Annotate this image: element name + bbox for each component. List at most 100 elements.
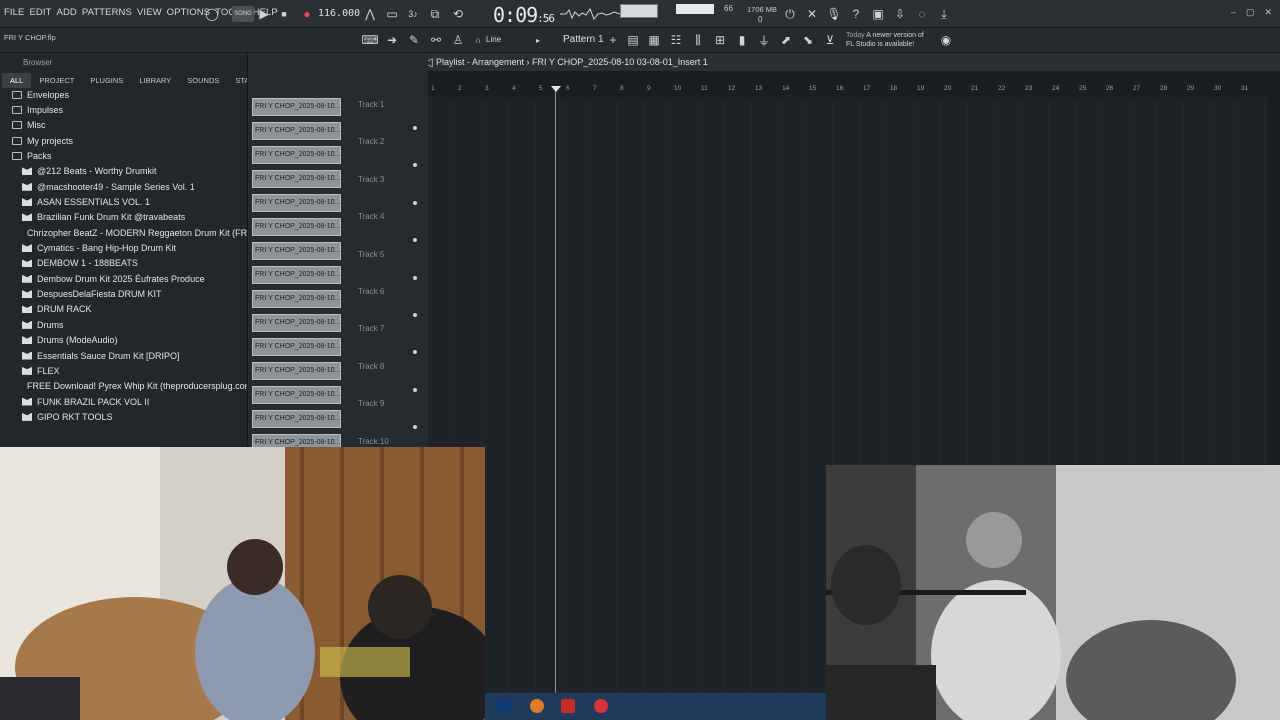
menu-add[interactable]: ADD xyxy=(57,7,77,18)
cpu-icon[interactable]: ⏻ xyxy=(782,6,798,22)
countdown-icon[interactable]: ▭ xyxy=(384,6,400,22)
track-mute-dot[interactable] xyxy=(413,238,417,243)
link-icon[interactable]: ⚯ xyxy=(428,32,444,48)
track-mute-dot[interactable] xyxy=(413,313,417,317)
audio-clip[interactable]: FRI Y CHOP_2025-08-10... xyxy=(252,218,341,236)
track-label[interactable]: Track 1 xyxy=(358,100,384,109)
time-display[interactable]: 0:09:56 xyxy=(493,3,555,27)
browser-pack-item[interactable]: Chrizopher BeatZ - MODERN Reggaeton Drum… xyxy=(0,225,247,240)
metronome-icon[interactable]: ◯ xyxy=(204,6,220,22)
help-icon[interactable]: ? xyxy=(848,6,864,22)
close-icon[interactable]: ✕ xyxy=(1264,7,1272,18)
save-icon[interactable]: ▣ xyxy=(870,6,886,22)
maximize-icon[interactable]: ▢ xyxy=(1246,7,1255,18)
audio-clip[interactable]: FRI Y CHOP_2025-08-10... xyxy=(252,98,341,116)
audio-clip[interactable]: FRI Y CHOP_2025-08-10... xyxy=(252,386,341,404)
render-icon[interactable]: ⇩ xyxy=(892,6,908,22)
audio-clip[interactable]: FRI Y CHOP_2025-08-10... xyxy=(252,314,341,332)
song-mode-toggle[interactable]: SONG xyxy=(232,6,254,22)
microphone-icon[interactable]: 🎙 xyxy=(826,6,842,22)
record-icon[interactable]: ● xyxy=(299,6,315,22)
playlist-icon[interactable]: ▤ xyxy=(625,32,641,48)
audio-clip[interactable]: FRI Y CHOP_2025-08-10... xyxy=(252,242,341,260)
photoshop-icon[interactable] xyxy=(497,699,511,713)
browser-folder[interactable]: Impulses xyxy=(0,102,247,117)
audio-clip[interactable]: FRI Y CHOP_2025-08-10... xyxy=(252,434,341,447)
audio-clip[interactable]: FRI Y CHOP_2025-08-10... xyxy=(252,146,341,164)
browser-tab-starred[interactable]: STARRED xyxy=(227,73,247,88)
play-icon[interactable]: ▶ xyxy=(256,6,272,22)
track-label[interactable]: Track 3 xyxy=(358,175,384,184)
panic-icon[interactable]: ✕ xyxy=(804,6,820,22)
browser-pack-item[interactable]: ASAN ESSENTIALS VOL. 1 xyxy=(0,194,247,209)
audio-clip[interactable]: FRI Y CHOP_2025-08-10... xyxy=(252,170,341,188)
menu-edit[interactable]: EDIT xyxy=(29,7,51,18)
track-label[interactable]: Track 4 xyxy=(358,212,384,221)
track-mute-dot[interactable] xyxy=(413,163,417,168)
browser-pack-item[interactable]: Drums (ModeAudio) xyxy=(0,333,247,348)
browser-pack-item[interactable]: @212 Beats - Worthy Drumkit xyxy=(0,164,247,179)
step-edit-icon[interactable]: 3♪ xyxy=(405,6,421,22)
track-label[interactable]: Track 5 xyxy=(358,250,384,259)
track-label[interactable]: Track 7 xyxy=(358,324,384,333)
chat-icon[interactable]: ◌ xyxy=(914,6,930,22)
browser-pack-item[interactable]: DRUM RACK xyxy=(0,302,247,317)
update-notification[interactable]: Today A newer version of FL Studio is av… xyxy=(846,31,924,49)
audio-clip[interactable]: FRI Y CHOP_2025-08-10... xyxy=(252,410,341,428)
channel-rack-icon[interactable]: ☷ xyxy=(668,32,684,48)
browser-tab-project[interactable]: PROJECT xyxy=(31,73,82,88)
browser-pack-item[interactable]: @macshooter49 - Sample Series Vol. 1 xyxy=(0,179,247,194)
fl-studio-icon[interactable] xyxy=(530,699,544,713)
browser-pack-item[interactable]: Cymatics - Bang Hip-Hop Drum Kit xyxy=(0,240,247,255)
wait-input-icon[interactable]: ⋀ xyxy=(362,6,378,22)
plugin-picker-icon[interactable]: ▮ xyxy=(734,32,750,48)
track-mute-dot[interactable] xyxy=(413,350,417,355)
browser-pack-item[interactable]: FREE Download! Pyrex Whip Kit (theproduc… xyxy=(0,379,247,394)
stamp-icon[interactable]: ♙ xyxy=(450,32,466,48)
pattern-selector[interactable]: Pattern 1 xyxy=(563,34,604,45)
arrow-tool-icon[interactable]: ➜ xyxy=(384,32,400,48)
track-label[interactable]: Track 6 xyxy=(358,287,384,296)
browser-tab-plugins[interactable]: PLUGINS xyxy=(82,73,131,88)
browser-pack-item[interactable]: DespuesDelaFiesta DRUM KIT xyxy=(0,286,247,301)
browser-pack-item[interactable]: Dembow Drum Kit 2025 Éufrates Produce xyxy=(0,271,247,286)
playhead[interactable] xyxy=(555,86,556,693)
download-icon[interactable]: ⤓ xyxy=(936,6,952,22)
mixer-icon[interactable]: ⌨ xyxy=(361,32,378,48)
settings-dial-icon[interactable]: ◉ xyxy=(938,32,954,48)
pencil-icon[interactable]: ✎ xyxy=(406,32,422,48)
magnet-icon[interactable]: ∩ xyxy=(470,32,486,48)
blend-notes-icon[interactable]: ⟲ xyxy=(450,6,466,22)
browser-pack-item[interactable]: FLEX xyxy=(0,363,247,378)
menu-patterns[interactable]: PATTERNS xyxy=(82,7,132,18)
track-label[interactable]: Track 2 xyxy=(358,137,384,146)
plug-icon[interactable]: ⏚ xyxy=(756,32,772,48)
stop-icon[interactable]: ■ xyxy=(276,6,292,22)
track-label[interactable]: Track 8 xyxy=(358,362,384,371)
browser-folder[interactable]: Misc xyxy=(0,118,247,133)
track-label[interactable]: Track 9 xyxy=(358,399,384,408)
playhead-marker[interactable] xyxy=(551,86,561,92)
audio-clip[interactable]: FRI Y CHOP_2025-08-10... xyxy=(252,338,341,356)
edison-icon[interactable]: ⬊ xyxy=(800,32,816,48)
track-label[interactable]: Track 10 xyxy=(358,437,389,446)
mixer-view-icon[interactable]: ⫼ xyxy=(690,32,706,48)
browser-tab-library[interactable]: LIBRARY xyxy=(131,73,179,88)
browser-tab-sounds[interactable]: SOUNDS xyxy=(179,73,227,88)
audio-clip[interactable]: FRI Y CHOP_2025-08-10... xyxy=(252,290,341,308)
loop-record-icon[interactable]: ⧉ xyxy=(427,6,443,22)
audio-clip[interactable]: FRI Y CHOP_2025-08-10... xyxy=(252,362,341,380)
tempo-display[interactable]: 116.000 xyxy=(318,8,360,19)
browser-pack-item[interactable]: GIPO RKT TOOLS xyxy=(0,409,247,424)
minimize-icon[interactable]: – xyxy=(1231,7,1236,18)
browser-folder[interactable]: Packs xyxy=(0,148,247,163)
cart-icon[interactable]: ⊻ xyxy=(822,32,838,48)
menu-view[interactable]: VIEW xyxy=(137,7,162,18)
browser-pack-item[interactable]: FUNK BRAZIL PACK VOL II xyxy=(0,394,247,409)
browser-tab-all[interactable]: ALL xyxy=(2,73,32,88)
piano-roll-icon[interactable]: ▦ xyxy=(646,32,662,48)
audio-clip[interactable]: FRI Y CHOP_2025-08-10... xyxy=(252,266,341,284)
track-mute-dot[interactable] xyxy=(413,126,417,130)
track-mute-dot[interactable] xyxy=(413,387,417,392)
browser-folder[interactable]: My projects xyxy=(0,133,247,148)
